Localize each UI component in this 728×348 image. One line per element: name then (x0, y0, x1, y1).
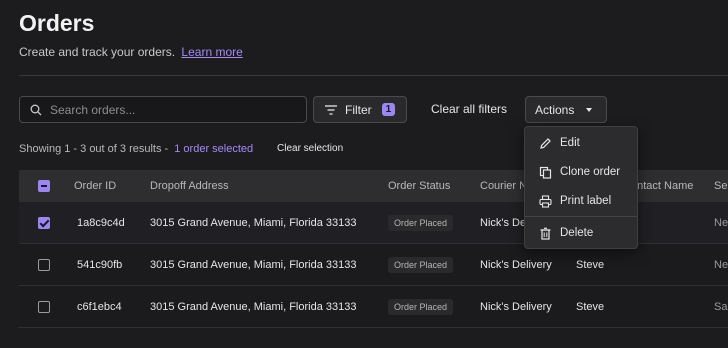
contact-name: Steve (576, 300, 605, 313)
order-id: c6f1ebc4 (77, 300, 122, 313)
order-id: 1a8c9c4d (77, 216, 125, 229)
dropoff-address: 3015 Grand Avenue, Miami, Florida 33133 (150, 216, 357, 229)
menu-item-label: Delete (560, 227, 594, 239)
results-summary: Showing 1 - 3 out of 3 results - 1 order… (19, 143, 253, 155)
contact-name: Steve (576, 258, 605, 271)
selected-count: 1 order selected (174, 143, 254, 155)
copy-icon (539, 166, 552, 179)
table-row[interactable]: 541c90fb 3015 Grand Avenue, Miami, Flori… (19, 244, 728, 286)
search-input[interactable] (48, 101, 292, 118)
filter-button[interactable]: Filter 1 (313, 96, 407, 123)
menu-item-edit[interactable]: Edit (525, 130, 637, 156)
status-badge: Order Placed (388, 256, 454, 273)
table-row[interactable]: c6f1ebc4 3015 Grand Avenue, Miami, Flori… (19, 286, 728, 328)
status-badge: Order Placed (388, 214, 454, 231)
printer-icon (539, 194, 552, 208)
pencil-icon (540, 137, 551, 149)
extra-col: Ne (714, 258, 728, 271)
subtitle-text: Create and track your orders. (19, 45, 176, 59)
menu-item-clone-order[interactable]: Clone order (525, 159, 637, 185)
menu-item-print-label[interactable]: Print label (525, 188, 637, 214)
courier-name: Nick's Delivery (480, 258, 552, 271)
actions-label: Actions (535, 102, 575, 117)
order-id: 541c90fb (77, 258, 123, 271)
order-status: Order Placed (388, 256, 454, 273)
filter-icon (325, 104, 337, 115)
menu-item-label: Clone order (560, 166, 621, 178)
row-checkbox[interactable] (38, 300, 50, 313)
order-status: Order Placed (388, 214, 454, 231)
header-dropoff-address[interactable]: Dropoff Address (150, 180, 229, 192)
learn-more-link[interactable]: Learn more (181, 45, 242, 59)
filter-count-badge: 1 (381, 103, 396, 116)
chevron-down-icon (586, 107, 593, 112)
filter-label: Filter (345, 102, 372, 117)
search-box[interactable] (19, 96, 307, 123)
menu-item-label: Edit (560, 137, 580, 149)
header-order-id[interactable]: Order ID (74, 180, 116, 192)
dropoff-address: 3015 Grand Avenue, Miami, Florida 33133 (150, 300, 357, 313)
extra-col: Sa (714, 300, 728, 313)
courier-name: Nick's De (480, 216, 527, 229)
trash-icon (540, 227, 551, 240)
dropoff-address: 3015 Grand Avenue, Miami, Florida 33133 (150, 258, 357, 271)
menu-item-label: Print label (560, 195, 612, 207)
courier-name: Nick's Delivery (480, 300, 552, 313)
showing-text: Showing 1 - 3 out of 3 results - (19, 143, 169, 155)
row-checkbox[interactable] (38, 216, 50, 229)
extra-col: Ne (714, 216, 728, 229)
menu-divider (525, 216, 637, 217)
select-all-checkbox[interactable] (38, 180, 50, 192)
header-courier[interactable]: Courier N (480, 180, 527, 192)
menu-item-delete[interactable]: Delete (525, 220, 637, 246)
actions-button[interactable]: Actions (525, 96, 607, 123)
actions-menu: Edit Clone order Print label Delete (524, 126, 638, 249)
header-contact-name[interactable]: ontact Name (631, 180, 693, 192)
header-order-status[interactable]: Order Status (388, 180, 450, 192)
header-extra[interactable]: Se (714, 180, 727, 192)
clear-filters-button[interactable]: Clear all filters (431, 102, 507, 116)
search-icon (30, 104, 42, 115)
order-status: Order Placed (388, 298, 454, 315)
page-subtitle: Create and track your orders. Learn more (19, 45, 243, 59)
row-checkbox[interactable] (38, 258, 50, 271)
header-divider (19, 75, 728, 76)
status-badge: Order Placed (388, 298, 454, 315)
clear-selection-button[interactable]: Clear selection (277, 143, 343, 154)
page-title: Orders (19, 10, 95, 36)
